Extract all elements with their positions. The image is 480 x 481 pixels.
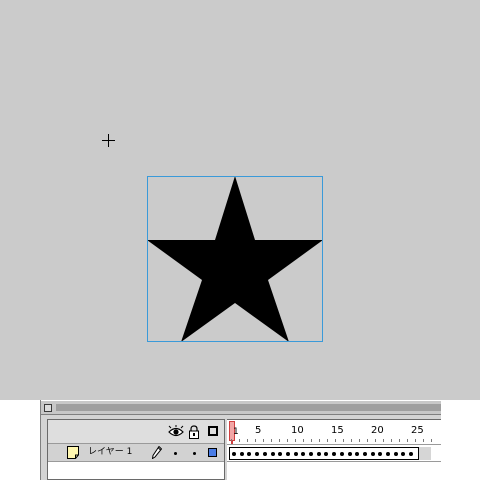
frame-cell[interactable] [409,452,414,456]
ruler-tick [271,439,272,442]
ruler-tick [423,439,424,442]
frame-cell[interactable] [247,452,252,456]
ruler-tick [319,439,320,442]
frame-cell[interactable] [339,452,344,456]
ruler-label: 20 [371,425,384,436]
pencil-icon [152,446,162,459]
frame-cell[interactable] [285,452,290,456]
lock-icon[interactable] [189,425,199,439]
layer-lock-toggle[interactable] [193,452,196,455]
frame-cell[interactable] [270,452,275,456]
frame-cell[interactable] [378,452,383,456]
ruler-tick [391,439,392,442]
ruler-tick [375,439,376,442]
frame-span[interactable] [229,447,419,460]
frame-cell[interactable] [362,452,367,456]
ruler-tick [239,439,240,442]
frame-cell[interactable] [239,452,244,456]
frame-cell[interactable] [309,452,313,456]
empty-frames[interactable] [419,447,431,460]
ruler-tick [407,439,408,442]
ruler-label: 5 [255,425,262,436]
layer-name: レイヤー 1 [88,447,133,457]
panel-close-box[interactable] [44,404,52,412]
frame-cell[interactable] [316,452,321,456]
frame-cell[interactable] [347,452,352,456]
ruler-tick [359,439,360,442]
ruler-tick [263,439,264,442]
frame-cell[interactable] [324,452,329,456]
layer-visibility-toggle[interactable] [174,452,177,455]
layer-list: レイヤー 1 [47,419,225,480]
layer-page-icon [67,446,79,459]
ruler-tick [399,439,400,442]
crosshair-cursor-icon [102,134,115,147]
frame-cell[interactable] [355,452,360,456]
ruler-tick [351,439,352,442]
ruler-tick [415,439,416,442]
layer-header [48,420,224,444]
frame-cell[interactable] [232,452,236,456]
ruler-tick [295,439,296,442]
stage-canvas[interactable] [0,0,480,400]
ruler-label: 10 [291,425,304,436]
layer-row[interactable]: レイヤー 1 [48,444,224,462]
ruler-tick [383,439,384,442]
ruler-tick [255,439,256,442]
selection-bounding-box [147,176,323,342]
frame-cell[interactable] [370,452,375,456]
panel-drag-grip[interactable] [56,404,441,411]
layer-list-empty-area [48,462,224,479]
panel-titlebar[interactable] [41,400,441,415]
eye-icon[interactable] [168,425,184,439]
frame-area-empty [227,462,441,481]
playhead[interactable]: 1 [229,421,239,441]
frame-ruler[interactable]: 1 5 10 15 20 25 [227,420,441,443]
layer-outline-color-swatch[interactable] [208,448,217,457]
ruler-tick [279,439,280,442]
frame-cell[interactable] [278,452,283,456]
ruler-tick [431,439,432,442]
ruler-tick [327,439,328,442]
playhead-frame-number: 1 [233,427,239,437]
ruler-tick [287,439,288,442]
frame-cell[interactable] [262,452,267,456]
frame-cell[interactable] [401,452,406,456]
ruler-label: 25 [411,425,424,436]
layer-frame-row[interactable] [227,444,441,462]
frame-cell[interactable] [255,452,260,456]
ruler-tick [247,439,248,442]
ruler-tick [311,439,312,442]
ruler-label: 15 [331,425,344,436]
frame-cell[interactable] [393,452,398,456]
ruler-tick [343,439,344,442]
ruler-tick [303,439,304,442]
timeline-body: レイヤー 1 1 5 10 15 20 25 [41,415,441,481]
frame-area: 1 5 10 15 20 25 [227,419,441,481]
timeline-panel: レイヤー 1 1 5 10 15 20 25 [40,400,441,481]
frame-cell[interactable] [386,452,390,456]
frame-cell[interactable] [332,452,337,456]
ruler-tick [367,439,368,442]
frame-cell[interactable] [301,452,306,456]
frame-cell[interactable] [293,452,298,456]
outline-icon[interactable] [208,426,218,436]
ruler-tick [335,439,336,442]
